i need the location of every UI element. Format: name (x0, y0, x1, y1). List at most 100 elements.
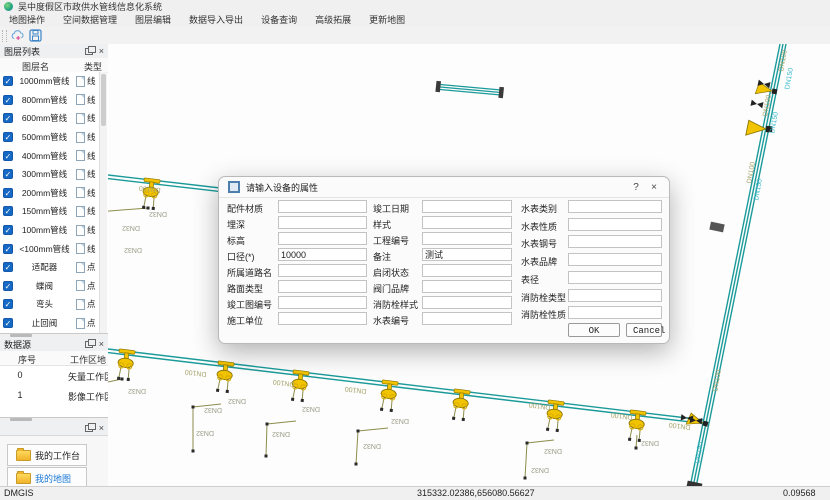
scrollbar-thumb[interactable] (101, 74, 106, 126)
layer-row[interactable]: ✓适配器点 (0, 258, 99, 277)
layers-column-header: 图层名 类型 (0, 58, 108, 73)
document-icon (76, 262, 85, 273)
meter-nature-input[interactable] (568, 218, 662, 231)
diameter-input[interactable] (278, 248, 367, 261)
layer-row[interactable]: ✓300mm管线线 (0, 165, 99, 184)
construction-unit-input[interactable] (278, 312, 367, 325)
checkbox-checked-icon[interactable]: ✓ (3, 262, 13, 272)
checkbox-checked-icon[interactable]: ✓ (3, 76, 13, 86)
hydrant-style-input[interactable] (422, 296, 512, 309)
checkbox-checked-icon[interactable]: ✓ (3, 132, 13, 142)
elevation-input[interactable] (278, 232, 367, 245)
menu-device-query[interactable]: 设备查询 (252, 13, 306, 27)
app-icon (4, 2, 13, 11)
checkbox-checked-icon[interactable]: ✓ (3, 206, 13, 216)
layer-row[interactable]: ✓1000mm管线线 (0, 72, 99, 91)
checkbox-checked-icon[interactable]: ✓ (3, 281, 13, 291)
field-label: 竣工日期 (373, 202, 409, 215)
layer-row[interactable]: ✓800mm管线线 (0, 91, 99, 110)
field-label: 路面类型 (227, 282, 263, 295)
menu-map-operations[interactable]: 地图操作 (0, 13, 54, 27)
hydrant-type-input[interactable] (568, 289, 662, 302)
document-icon (76, 113, 85, 124)
layer-row[interactable]: ✓500mm管线线 (0, 128, 99, 147)
checkbox-checked-icon[interactable]: ✓ (3, 244, 13, 254)
checkbox-checked-icon[interactable]: ✓ (3, 169, 13, 179)
close-panel-icon[interactable]: × (99, 424, 104, 433)
project-number-input[interactable] (422, 232, 512, 245)
cancel-button[interactable]: Cancel (626, 323, 662, 337)
close-panel-icon[interactable]: × (99, 47, 104, 56)
style-input[interactable] (422, 216, 512, 229)
meter-category-input[interactable] (568, 200, 662, 213)
float-panel-icon[interactable] (85, 425, 93, 432)
device-attributes-dialog: 请输入设备的属性 ? × 配件材质 埋深 标高 口径(*) 所属道路名 路面类型… (218, 176, 670, 344)
checkbox-checked-icon[interactable]: ✓ (3, 188, 13, 198)
menu-data-import-export[interactable]: 数据导入导出 (180, 13, 252, 27)
layer-row[interactable]: ✓100mm管线线 (0, 221, 99, 240)
dialog-help-button[interactable]: ? (627, 182, 645, 193)
workspace-panel: × 我的工作台 我的地图 (0, 421, 108, 486)
layer-row[interactable]: ✓150mm管线线 (0, 202, 99, 221)
layer-row[interactable]: ✓止回阀点 (0, 314, 99, 333)
valve-brand-input[interactable] (422, 280, 512, 293)
layer-row[interactable]: ✓弯头点 (0, 295, 99, 314)
meter-steel-no-input[interactable] (568, 235, 662, 248)
folder-icon (16, 450, 31, 461)
completion-date-input[interactable] (422, 200, 512, 213)
svg-text:DN32: DN32 (302, 405, 320, 412)
cloud-upload-button[interactable] (10, 29, 25, 43)
hydrant-nature-input[interactable] (568, 306, 662, 319)
field-label: 施工单位 (227, 314, 263, 327)
layers-scrollbar[interactable] (99, 72, 107, 333)
datasource-row[interactable]: 1 影像工作区 (0, 387, 108, 406)
svg-text:DN32: DN32 (363, 442, 381, 449)
document-icon (76, 299, 85, 310)
svg-text:DN100: DN100 (139, 184, 162, 193)
toolbar-drag-handle[interactable] (2, 30, 7, 42)
layer-row[interactable]: ✓200mm管线线 (0, 184, 99, 203)
open-close-status-input[interactable] (422, 264, 512, 277)
document-icon (76, 94, 85, 105)
document-icon (76, 76, 85, 87)
field-label: 配件材质 (227, 202, 263, 215)
float-panel-icon[interactable] (85, 341, 93, 348)
field-label: 水表性质 (521, 220, 557, 233)
burial-depth-input[interactable] (278, 216, 367, 229)
meter-diameter-input[interactable] (568, 271, 662, 284)
menu-layer-edit[interactable]: 图层编辑 (126, 13, 180, 27)
checkbox-checked-icon[interactable]: ✓ (3, 225, 13, 235)
float-panel-icon[interactable] (85, 48, 93, 55)
road-name-input[interactable] (278, 264, 367, 277)
my-map-button[interactable]: 我的地图 (7, 467, 87, 486)
water-meter-no-input[interactable] (422, 312, 512, 325)
layer-row[interactable]: ✓蝶阀点 (0, 277, 99, 296)
fitting-material-input[interactable] (278, 200, 367, 213)
close-panel-icon[interactable]: × (99, 340, 104, 349)
menu-spatial-data[interactable]: 空间数据管理 (54, 13, 126, 27)
checkbox-checked-icon[interactable]: ✓ (3, 95, 13, 105)
dialog-title-bar[interactable]: 请输入设备的属性 ? × (219, 177, 669, 198)
document-icon (76, 169, 85, 180)
dialog-close-button[interactable]: × (645, 182, 663, 193)
save-button[interactable] (28, 29, 43, 43)
pavement-type-input[interactable] (278, 280, 367, 293)
menu-advanced[interactable]: 高级拓展 (306, 13, 360, 27)
asbuilt-drawing-no-input[interactable] (278, 296, 367, 309)
checkbox-checked-icon[interactable]: ✓ (3, 318, 13, 328)
checkbox-checked-icon[interactable]: ✓ (3, 151, 13, 161)
meter-brand-input[interactable] (568, 253, 662, 266)
my-workbench-button[interactable]: 我的工作台 (7, 444, 87, 466)
checkbox-checked-icon[interactable]: ✓ (3, 113, 13, 123)
layer-row[interactable]: ✓600mm管线线 (0, 109, 99, 128)
layer-row[interactable]: ✓400mm管线线 (0, 146, 99, 165)
ok-button[interactable]: OK (568, 323, 620, 337)
menu-update-map[interactable]: 更新地图 (360, 13, 414, 27)
checkbox-checked-icon[interactable]: ✓ (3, 299, 13, 309)
pipe-end-cap (435, 81, 441, 92)
document-icon (76, 280, 85, 291)
remark-input[interactable] (422, 248, 512, 261)
datasource-row[interactable]: 0 矢量工作区 (0, 367, 108, 386)
layer-row[interactable]: ✓<100mm管线线 (0, 239, 99, 258)
svg-text:DN100: DN100 (610, 411, 633, 421)
